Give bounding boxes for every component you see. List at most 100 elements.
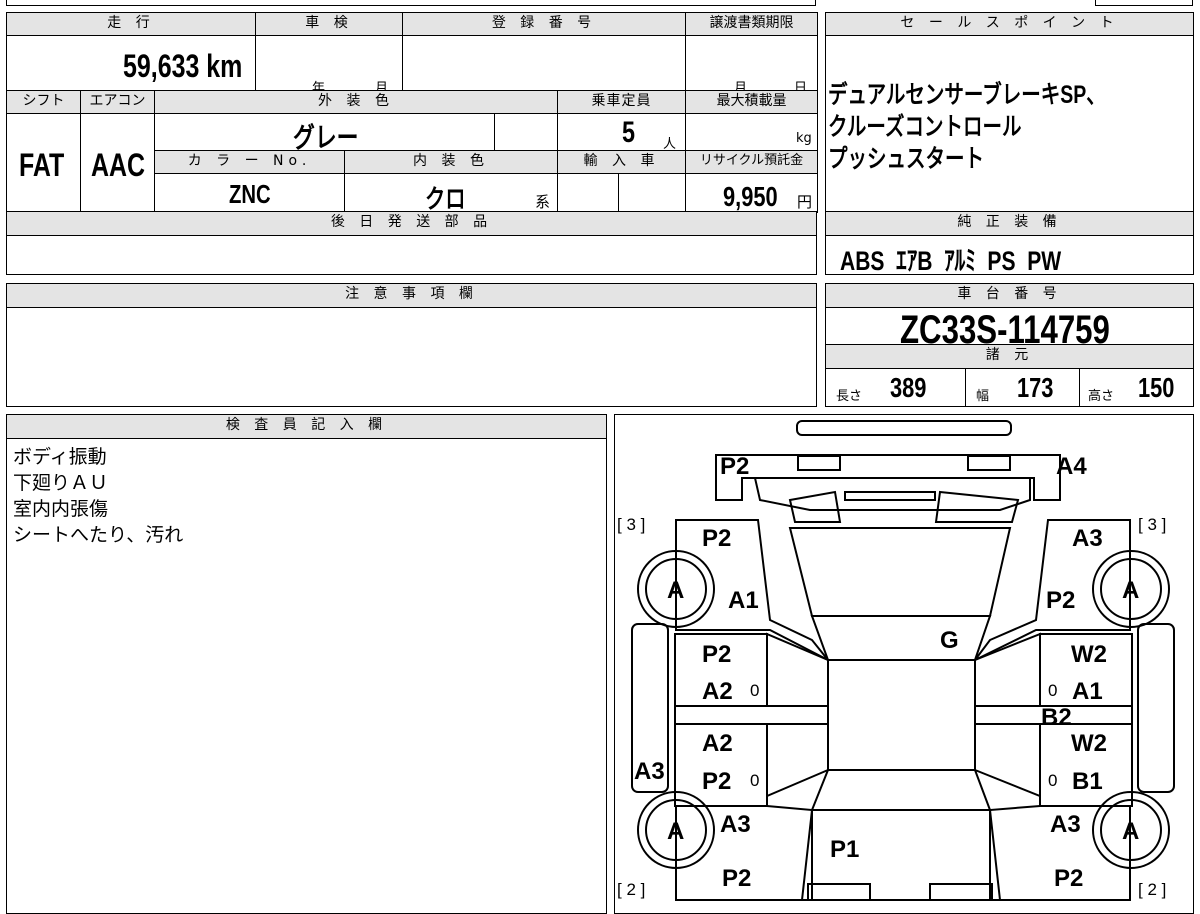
max-load-header: 最大積載量: [685, 90, 818, 114]
grille-center-shape: [844, 491, 936, 501]
notes-header: 注 意 事 項 欄: [6, 283, 817, 308]
mark-qtr-left-a3: A3: [720, 811, 751, 838]
mark-zero: 0: [750, 681, 759, 700]
roof-front-shape: [810, 615, 992, 661]
top-strip: [6, 0, 816, 6]
recycle-unit: 円: [797, 193, 813, 211]
mark-qtr-left-p2: P2: [722, 865, 751, 892]
headlight-right-shape: [967, 455, 1011, 471]
height-value: 150: [1138, 372, 1175, 403]
left-pillar-shape: [674, 705, 829, 725]
rear-bumper-right-shape: [929, 883, 993, 901]
max-load-unit: kg: [796, 131, 812, 146]
sales-points-box: セ ー ル ス ポ イ ン ト デュアルセンサーブレーキSP、 クルーズコントロ…: [825, 12, 1194, 212]
equipment-header: 純 正 装 備: [825, 211, 1194, 236]
notes-box: 注 意 事 項 欄: [6, 283, 817, 407]
recycle-value: 9,950: [723, 181, 778, 212]
mark-front-right: A4: [1056, 453, 1087, 480]
mark-zero: 0: [1048, 771, 1057, 790]
sales-point-line: クルーズコントロール: [828, 113, 1022, 141]
rear-window-shape: [810, 769, 992, 811]
mileage-header: 走 行: [6, 12, 256, 36]
import-cell-a: [557, 173, 619, 213]
bracket-left-top: [ 3 ]: [617, 515, 645, 534]
capacity-value: 5: [622, 116, 636, 149]
shift-header: シフト: [6, 90, 81, 114]
windshield-shape: [788, 527, 1012, 617]
inspector-notes: ボディ振動 下廻りＡＵ 室内内張傷 シートへたり、汚れ: [13, 444, 183, 548]
grille-right-shape: [934, 490, 1020, 523]
later-parts-header: 後 日 発 送 部 品: [6, 211, 817, 236]
deadline-header: 譲渡書類期限: [685, 12, 818, 36]
mark-door-rl-a2: A2: [702, 730, 733, 757]
sales-points-header: セ ー ル ス ポ イ ン ト: [825, 12, 1194, 36]
exterior-color-header: 外 装 色: [154, 90, 558, 114]
width-value: 173: [1017, 372, 1054, 403]
mark-fender-left-a1: A1: [728, 587, 759, 614]
sales-point-line: プッシュスタート: [828, 145, 985, 173]
length-label: 長さ: [836, 389, 863, 404]
rear-bumper-left-shape: [807, 883, 871, 901]
mark-fender-right-p2: P2: [1046, 587, 1075, 614]
mark-door-rr-b1: B1: [1072, 768, 1103, 795]
mark-door-fr-w2: W2: [1071, 641, 1107, 668]
mark-door-fl-a2: A2: [702, 678, 733, 705]
recycle-header: リサイクル預託金: [685, 150, 818, 174]
mark-zero: 0: [1048, 681, 1057, 700]
equipment-box: 純 正 装 備 ABS ｴｱB ｱﾙﾐ PS PW: [825, 211, 1194, 276]
hood-shape: [753, 477, 1031, 511]
bracket-left-bottom: [ 2 ]: [617, 880, 645, 899]
inspector-note-line: 下廻りＡＵ: [13, 472, 109, 494]
mark-door-fr-a1: A1: [1072, 678, 1103, 705]
color-no-header: カ ラ ー No.: [154, 150, 345, 174]
inspector-header: 検 査 員 記 入 欄: [6, 414, 607, 439]
registration-cell: [402, 35, 686, 98]
front-bumper-shape: [796, 420, 1012, 436]
tire-front-left-label: A: [667, 577, 684, 604]
left-rear-glass-shape: [766, 723, 829, 798]
inspector-box: 検 査 員 記 入 欄 ボディ振動 下廻りＡＵ 室内内張傷 シートへたり、汚れ: [6, 414, 607, 914]
inspector-note-line: 室内内張傷: [13, 498, 109, 520]
later-parts-box: 後 日 発 送 部 品: [6, 211, 817, 275]
aircon-value: AAC: [91, 147, 146, 183]
width-label: 幅: [976, 389, 990, 404]
headlight-left-shape: [797, 455, 841, 471]
interior-color-header: 内 装 色: [344, 150, 558, 174]
vehicle-info-table: 走 行 車 検 登 録 番 号 譲渡書類期限 59,633 km 年 月 月 日…: [6, 12, 818, 214]
color-no-value: ZNC: [229, 179, 271, 209]
height-label: 高さ: [1088, 389, 1115, 404]
car-diagram-box: [ 3 ] [ 3 ] [ 2 ] [ 2 ] A A A A P2 A4 P2…: [614, 414, 1194, 914]
sales-points-list: デュアルセンサーブレーキSP、 クルーズコントロール プッシュスタート: [828, 79, 1184, 175]
mark-zero: 0: [750, 771, 759, 790]
mileage-value: 59,633 km: [123, 48, 243, 84]
mark-qtr-right-p2: P2: [1054, 865, 1083, 892]
car-diagram: [ 3 ] [ 3 ] [ 2 ] [ 2 ] A A A A P2 A4 P2…: [617, 420, 1175, 901]
mark-fender-right-top: A3: [1072, 525, 1103, 552]
shift-value: FAT: [19, 147, 65, 183]
interior-color-suffix: 系: [535, 193, 551, 211]
mark-rocker-left: A3: [634, 758, 665, 785]
top-strip-right: [1095, 0, 1193, 6]
exterior-color-extra-cell: [494, 113, 558, 151]
equipment-items: ABS ｴｱB ｱﾙﾐ PS PW: [840, 246, 1062, 276]
chassis-header: 車 台 番 号: [825, 283, 1194, 308]
bracket-right-top: [ 3 ]: [1138, 515, 1166, 534]
roof-shape: [827, 659, 976, 771]
aircon-header: エアコン: [80, 90, 155, 114]
right-rocker-shape: [1137, 623, 1175, 793]
mark-door-rr-w2: W2: [1071, 730, 1107, 757]
mark-qtr-right-a3: A3: [1050, 811, 1081, 838]
inspection-header: 車 検: [255, 12, 403, 36]
sales-point-line: デュアルセンサーブレーキSP、: [828, 81, 1106, 109]
tire-rear-right-label: A: [1122, 818, 1139, 845]
mark-front-left: P2: [720, 453, 749, 480]
specs-header: 諸 元: [825, 344, 1194, 369]
registration-header: 登 録 番 号: [402, 12, 686, 36]
capacity-header: 乗車定員: [557, 90, 686, 114]
tire-front-right-label: A: [1122, 577, 1139, 604]
bracket-right-bottom: [ 2 ]: [1138, 880, 1166, 899]
mark-fender-left-top: P2: [702, 525, 731, 552]
mark-door-fl-p2: P2: [702, 641, 731, 668]
inspector-note-line: ボディ振動: [13, 446, 107, 468]
length-value: 389: [890, 372, 927, 403]
